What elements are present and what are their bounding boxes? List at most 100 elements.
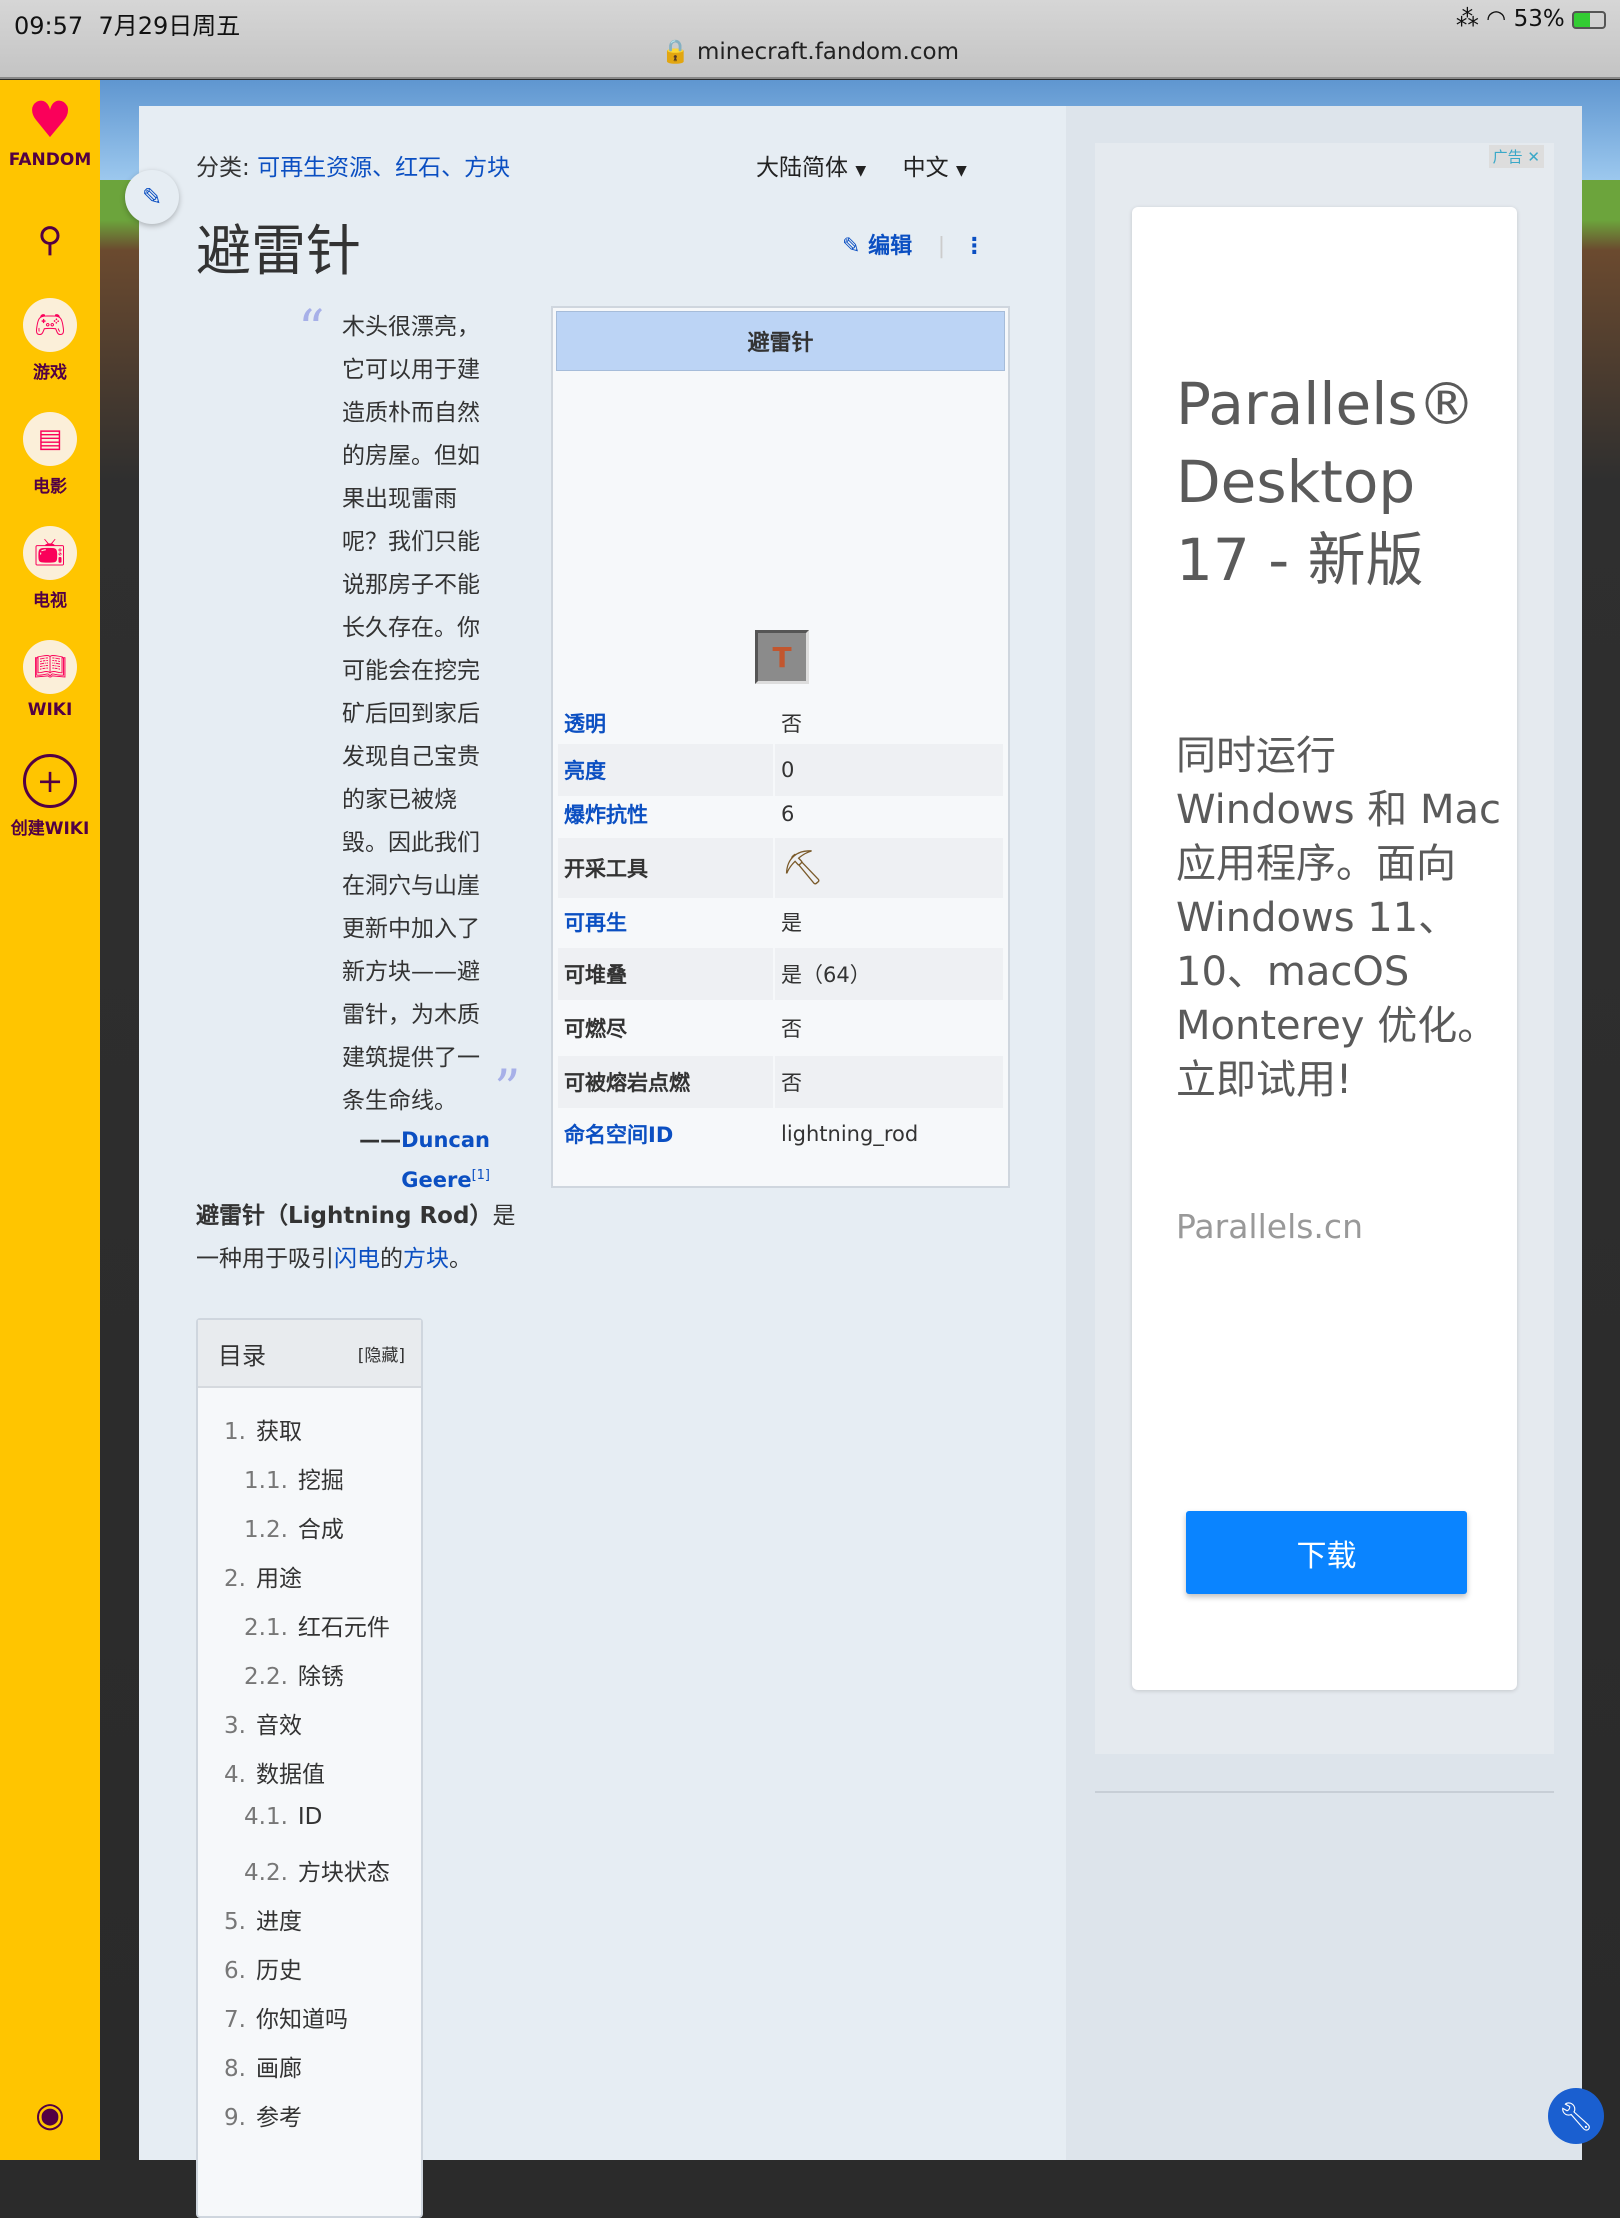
ad-card[interactable]: Parallels® Desktop 17 - 新版 同时运行 Windows … bbox=[1132, 207, 1517, 1690]
category-link[interactable]: 可再生资源 bbox=[257, 155, 372, 181]
divider bbox=[1095, 1791, 1554, 1793]
infobox-key: 可堆叠 bbox=[558, 948, 773, 1000]
clapperboard-icon: ▤ bbox=[23, 412, 77, 466]
infobox-value: 是 bbox=[781, 911, 802, 935]
infobox-value: 否 bbox=[781, 1017, 802, 1041]
toc-number: 2.2. bbox=[244, 1664, 288, 1690]
toc-item[interactable]: 1.1. 挖掘 bbox=[244, 1461, 344, 1495]
plus-icon: + bbox=[23, 754, 77, 808]
table-of-contents: 目录 [隐藏] 1. 获取 1.1. 挖掘 1.2. 合成 2. 用途 2.1. 红石元件 2.2. 除… bbox=[196, 1318, 423, 2218]
toc-item[interactable]: 4. 数据值 bbox=[224, 1755, 325, 1789]
toc-number: 4.2. bbox=[244, 1860, 288, 1886]
toc-label: 用途 bbox=[255, 1566, 302, 1592]
user-icon[interactable]: ◉ bbox=[0, 2095, 100, 2135]
pickaxe-icon[interactable]: ⛏ bbox=[775, 838, 1003, 898]
gamepad-icon: 🎮︎ bbox=[23, 298, 77, 352]
pencil-icon: ✎ bbox=[842, 234, 861, 259]
edit-button[interactable]: ✎ 编辑 | ⋮ bbox=[842, 228, 985, 260]
wrench-icon[interactable]: 🔧︎ bbox=[1548, 2088, 1604, 2144]
fandom-rail: ♥ FANDOM ⚲ 🎮︎ 游戏 ▤ 电影 📺︎ 电视 📖︎ WIKI + 创建WIKI … bbox=[0, 80, 100, 2160]
lightning-link[interactable]: 闪电 bbox=[334, 1246, 380, 1272]
toc-item[interactable]: 4.2. 方块状态 bbox=[244, 1853, 390, 1887]
categories: 分类: 可再生资源、红石、方块 bbox=[196, 155, 511, 181]
toc-number: 5. bbox=[224, 1909, 246, 1935]
toc-item[interactable]: 3. 音效 bbox=[224, 1706, 302, 1740]
toc-number: 1.2. bbox=[244, 1517, 288, 1543]
wifi-icon: ◠ bbox=[1486, 6, 1507, 32]
rail-item-wiki[interactable]: 📖︎ WIKI bbox=[0, 640, 100, 720]
toc-label: 除锈 bbox=[297, 1664, 344, 1690]
toc-number: 2. bbox=[224, 1566, 246, 1592]
tv-icon: 📺︎ bbox=[23, 526, 77, 580]
rail-item-games[interactable]: 🎮︎ 游戏 bbox=[0, 298, 100, 383]
toc-item[interactable]: 8. 画廊 bbox=[224, 2049, 302, 2083]
infobox-key[interactable]: 命名空间ID bbox=[558, 1108, 773, 1160]
lightning-rod-icon: T bbox=[755, 630, 809, 684]
toc-item[interactable]: 1. 获取 bbox=[224, 1412, 302, 1446]
toc-label: ID bbox=[297, 1804, 323, 1830]
infobox-row: 开采工具 ⛏ bbox=[558, 838, 1003, 898]
book-icon: 📖︎ bbox=[23, 640, 77, 694]
more-options-icon[interactable]: ⋮ bbox=[963, 234, 985, 259]
close-icon[interactable]: ✕ bbox=[1527, 148, 1540, 166]
infobox-title: 避雷针 bbox=[556, 311, 1005, 371]
toc-hide-toggle[interactable]: [隐藏] bbox=[358, 1341, 405, 1366]
infobox-row: 命名空间ID lightning_rod bbox=[558, 1108, 1003, 1160]
toc-label: 合成 bbox=[297, 1517, 344, 1543]
edit-fab[interactable]: ✎ bbox=[125, 170, 179, 224]
toc-item[interactable]: 6. 历史 bbox=[224, 1951, 302, 1985]
toc-label: 挖掘 bbox=[297, 1468, 344, 1494]
toc-item[interactable]: 2.2. 除锈 bbox=[244, 1657, 344, 1691]
infobox-value: 否 bbox=[781, 712, 802, 736]
rail-item-create-wiki[interactable]: + 创建WIKI bbox=[0, 754, 100, 839]
language-selectors: 大陆简体 ▼ 中文 ▼ bbox=[756, 148, 967, 182]
quote-text: 木头很漂亮，它可以用于建造质朴而自然的房屋。但如果出现雷雨呢？我们只能说那房子不… bbox=[342, 314, 480, 1114]
toc-item[interactable]: 7. 你知道吗 bbox=[224, 2000, 348, 2034]
toc-number: 8. bbox=[224, 2056, 246, 2082]
chevron-down-icon: ▼ bbox=[955, 163, 967, 179]
infobox-key[interactable]: 可再生 bbox=[558, 896, 773, 948]
ad-download-button[interactable]: 下载 bbox=[1186, 1511, 1467, 1594]
toc-number: 1. bbox=[224, 1419, 246, 1445]
category-link[interactable]: 方块 bbox=[464, 155, 510, 181]
status-bar: 09:57 7月29日周五 🔒 minecraft.fandom.com ⁂ ◠… bbox=[0, 0, 1620, 79]
chevron-down-icon: ▼ bbox=[855, 163, 867, 179]
toc-number: 2.1. bbox=[244, 1615, 288, 1641]
toc-label: 你知道吗 bbox=[255, 2007, 348, 2033]
ad-label[interactable]: 广告 ✕ bbox=[1488, 145, 1544, 168]
rail-item-tv[interactable]: 📺︎ 电视 bbox=[0, 526, 100, 611]
toc-item[interactable]: 5. 进度 bbox=[224, 1902, 302, 1936]
toc-number: 3. bbox=[224, 1713, 246, 1739]
reference-link[interactable]: [1] bbox=[472, 1168, 490, 1183]
block-link[interactable]: 方块 bbox=[403, 1246, 449, 1272]
infobox: 避雷针 T 透明否亮度 0 爆炸抗性 6 开采工具 ⛏ 可再生是可堆叠 是（64） 可燃尽否可被… bbox=[551, 306, 1010, 1188]
rail-item-movies[interactable]: ▤ 电影 bbox=[0, 412, 100, 497]
infobox-key: 可被熔岩点燃 bbox=[558, 1056, 773, 1108]
category-link[interactable]: 红石 bbox=[395, 155, 441, 181]
infobox-row: 可再生是 bbox=[558, 896, 1003, 948]
ad-url: Parallels.cn bbox=[1176, 1207, 1363, 1246]
toc-label: 进度 bbox=[255, 1909, 302, 1935]
toc-item[interactable]: 4.1. ID bbox=[244, 1804, 322, 1830]
infobox-key[interactable]: 透明 bbox=[558, 700, 773, 746]
toc-label: 方块状态 bbox=[297, 1860, 390, 1886]
fandom-flame-icon: ♥ bbox=[27, 91, 73, 149]
toc-item[interactable]: 2.1. 红石元件 bbox=[244, 1608, 390, 1642]
quote-close-icon: ” bbox=[494, 1060, 521, 1120]
url-text: minecraft.fandom.com bbox=[696, 39, 959, 65]
toc-label: 获取 bbox=[255, 1419, 302, 1445]
infobox-row: 透明否 bbox=[558, 700, 1003, 746]
address-bar[interactable]: 🔒 minecraft.fandom.com bbox=[0, 38, 1620, 65]
language-dropdown[interactable]: 中文 ▼ bbox=[903, 155, 967, 181]
infobox-key[interactable]: 爆炸抗性 bbox=[558, 788, 773, 840]
toc-item[interactable]: 1.2. 合成 bbox=[244, 1510, 344, 1544]
fandom-logo[interactable]: ♥ FANDOM bbox=[0, 90, 100, 170]
infobox-key: 可燃尽 bbox=[564, 1017, 627, 1041]
search-icon[interactable]: ⚲ bbox=[0, 220, 100, 260]
toc-item[interactable]: 9. 参考 bbox=[224, 2098, 302, 2132]
variant-dropdown[interactable]: 大陆简体 ▼ bbox=[756, 155, 866, 181]
toc-item[interactable]: 2. 用途 bbox=[224, 1559, 302, 1593]
infobox-value: 是（64） bbox=[775, 948, 1003, 1000]
toc-number: 4.1. bbox=[244, 1804, 288, 1830]
pencil-icon: ✎ bbox=[141, 183, 163, 211]
